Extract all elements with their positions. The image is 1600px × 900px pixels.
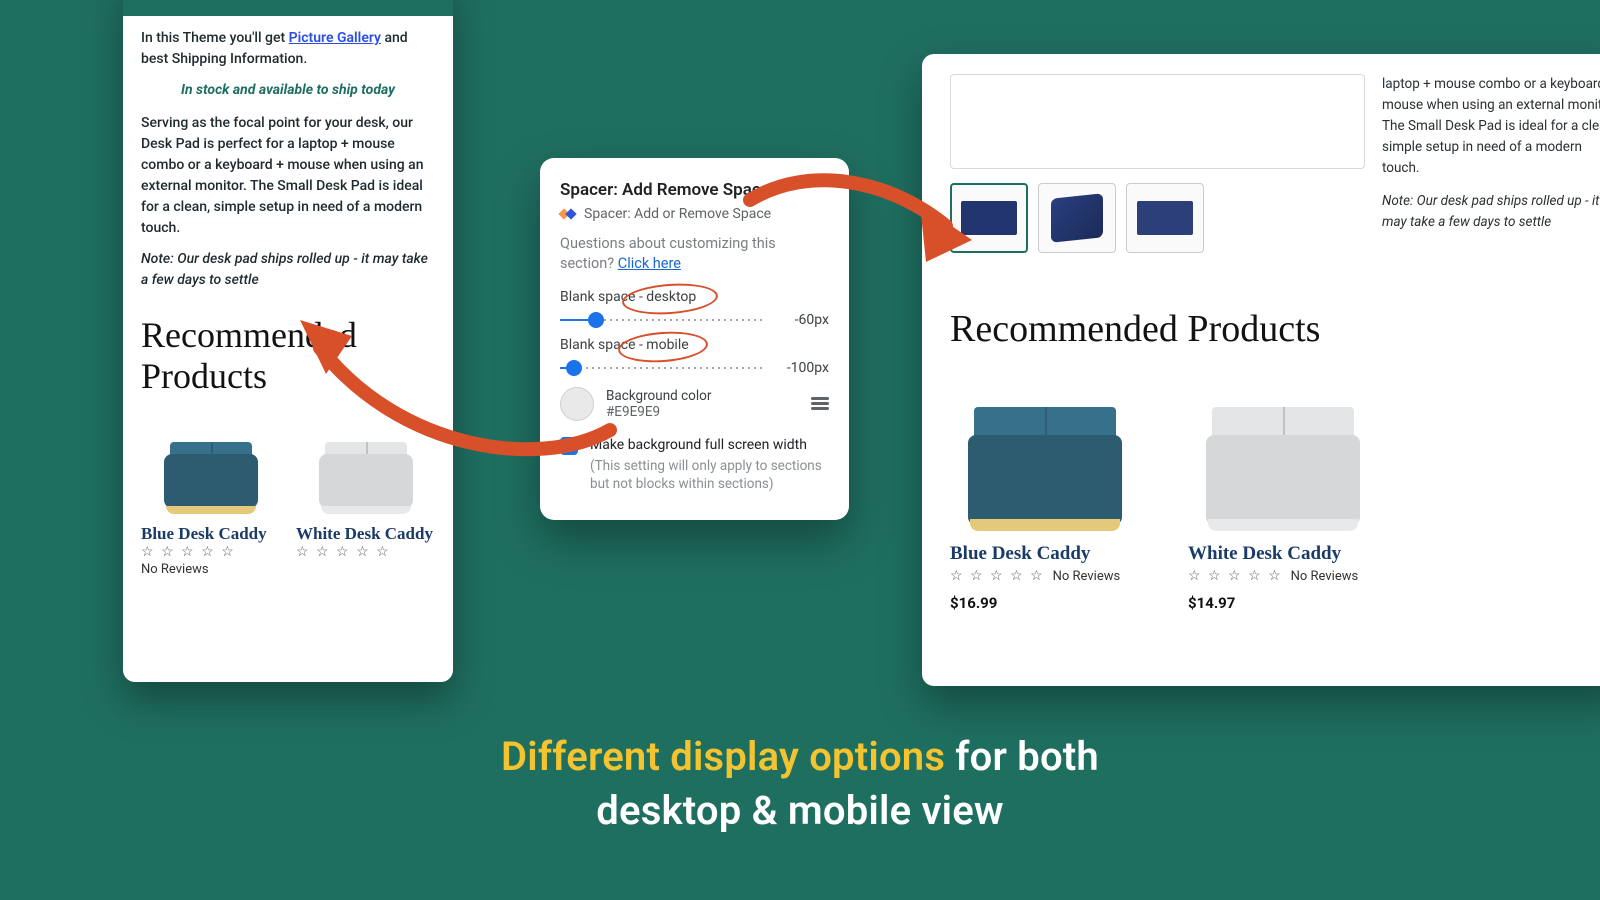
- product-image-blue: [156, 436, 266, 514]
- product-title: Blue Desk Caddy: [141, 524, 280, 544]
- product-row-desktop: Blue Desk Caddy ☆ ☆ ☆ ☆ ☆ No Reviews $16…: [950, 381, 1600, 612]
- thumbnail-3[interactable]: [1126, 183, 1204, 253]
- bg-color-label: Background color: [606, 388, 799, 404]
- picture-gallery-link[interactable]: Picture Gallery: [289, 30, 381, 46]
- background-color-row[interactable]: Background color #E9E9E9: [560, 387, 829, 421]
- product-row-mobile: Blue Desk Caddy ☆ ☆ ☆ ☆ ☆ No Reviews Whi…: [141, 426, 435, 577]
- fullwidth-label: Make background full screen width: [590, 437, 829, 453]
- product-card-white-desktop[interactable]: White Desk Caddy ☆ ☆ ☆ ☆ ☆ No Reviews $1…: [1188, 381, 1378, 612]
- product-description: Serving as the focal point for your desk…: [141, 113, 435, 239]
- product-card-blue[interactable]: Blue Desk Caddy ☆ ☆ ☆ ☆ ☆ No Reviews: [141, 426, 280, 577]
- help-text: Questions about customizing this section…: [560, 234, 829, 275]
- product-price: $14.97: [1188, 594, 1378, 612]
- thumbnail-1[interactable]: [950, 183, 1028, 253]
- star-rating-icon: ☆ ☆ ☆ ☆ ☆: [296, 544, 435, 560]
- tagline-highlight: Different display options: [501, 733, 945, 780]
- fullwidth-hint: (This setting will only apply to section…: [590, 457, 829, 495]
- stock-status: In stock and available to ship today: [141, 80, 435, 101]
- blank-space-mobile-slider[interactable]: [560, 359, 765, 377]
- blank-space-mobile-value: -100px: [775, 360, 829, 376]
- thumbnail-2[interactable]: [1038, 183, 1116, 253]
- blank-space-desktop-slider[interactable]: [560, 311, 765, 329]
- product-title: White Desk Caddy: [296, 524, 435, 544]
- recommended-heading-desktop: Recommended Products: [950, 307, 1600, 351]
- blank-space-desktop-value: -60px: [775, 312, 829, 328]
- star-rating-icon: ☆ ☆ ☆ ☆ ☆: [1188, 568, 1283, 584]
- product-card-blue-desktop[interactable]: Blue Desk Caddy ☆ ☆ ☆ ☆ ☆ No Reviews $16…: [950, 381, 1140, 612]
- review-count: No Reviews: [141, 562, 280, 577]
- product-image-white: [311, 436, 421, 514]
- intro-text: In this Theme you'll get Picture Gallery…: [141, 28, 435, 70]
- side-note: Note: Our desk pad ships rolled up - it …: [1382, 191, 1600, 233]
- intro-pre: In this Theme you'll get: [141, 30, 289, 46]
- tagline: Different display options for both deskt…: [0, 730, 1600, 838]
- fullwidth-checkbox[interactable]: [560, 437, 578, 455]
- bg-color-hex: #E9E9E9: [606, 404, 799, 420]
- mobile-header-bar: [123, 0, 453, 16]
- layers-icon[interactable]: [811, 397, 829, 411]
- side-desc-text: laptop + mouse combo or a keyboard + mou…: [1382, 74, 1600, 179]
- star-rating-icon: ☆ ☆ ☆ ☆ ☆: [141, 544, 280, 560]
- mobile-preview-card: In this Theme you'll get Picture Gallery…: [123, 0, 453, 682]
- blank-space-desktop-label: Blank space - desktop: [560, 289, 829, 305]
- product-image-blue: [960, 401, 1130, 531]
- recommended-heading-mobile: Recommended Products: [141, 315, 435, 398]
- color-swatch[interactable]: [560, 387, 594, 421]
- spacer-settings-popover: Spacer: Add Remove Space Spacer: Add or …: [540, 158, 849, 520]
- product-price: $16.99: [950, 594, 1140, 612]
- help-link[interactable]: Click here: [618, 255, 681, 272]
- product-card-white[interactable]: White Desk Caddy ☆ ☆ ☆ ☆ ☆: [296, 426, 435, 577]
- section-type-row[interactable]: Spacer: Add or Remove Space: [560, 206, 829, 222]
- review-count: No Reviews: [1291, 569, 1359, 584]
- review-count: No Reviews: [1053, 569, 1121, 584]
- section-subtitle: Spacer: Add or Remove Space: [584, 206, 771, 222]
- popover-title: Spacer: Add Remove Space: [560, 180, 829, 200]
- blank-space-mobile-label: Blank space - mobile: [560, 337, 829, 353]
- desktop-preview-card: laptop + mouse combo or a keyboard + mou…: [922, 54, 1600, 686]
- product-title: White Desk Caddy: [1188, 543, 1378, 565]
- star-rating-icon: ☆ ☆ ☆ ☆ ☆: [950, 568, 1045, 584]
- main-product-image: [950, 74, 1365, 169]
- product-image-white: [1198, 401, 1368, 531]
- product-title: Blue Desk Caddy: [950, 543, 1140, 565]
- shipping-note: Note: Our desk pad ships rolled up - it …: [141, 249, 435, 291]
- side-description: laptop + mouse combo or a keyboard + mou…: [1382, 74, 1600, 232]
- section-icon: [560, 206, 576, 222]
